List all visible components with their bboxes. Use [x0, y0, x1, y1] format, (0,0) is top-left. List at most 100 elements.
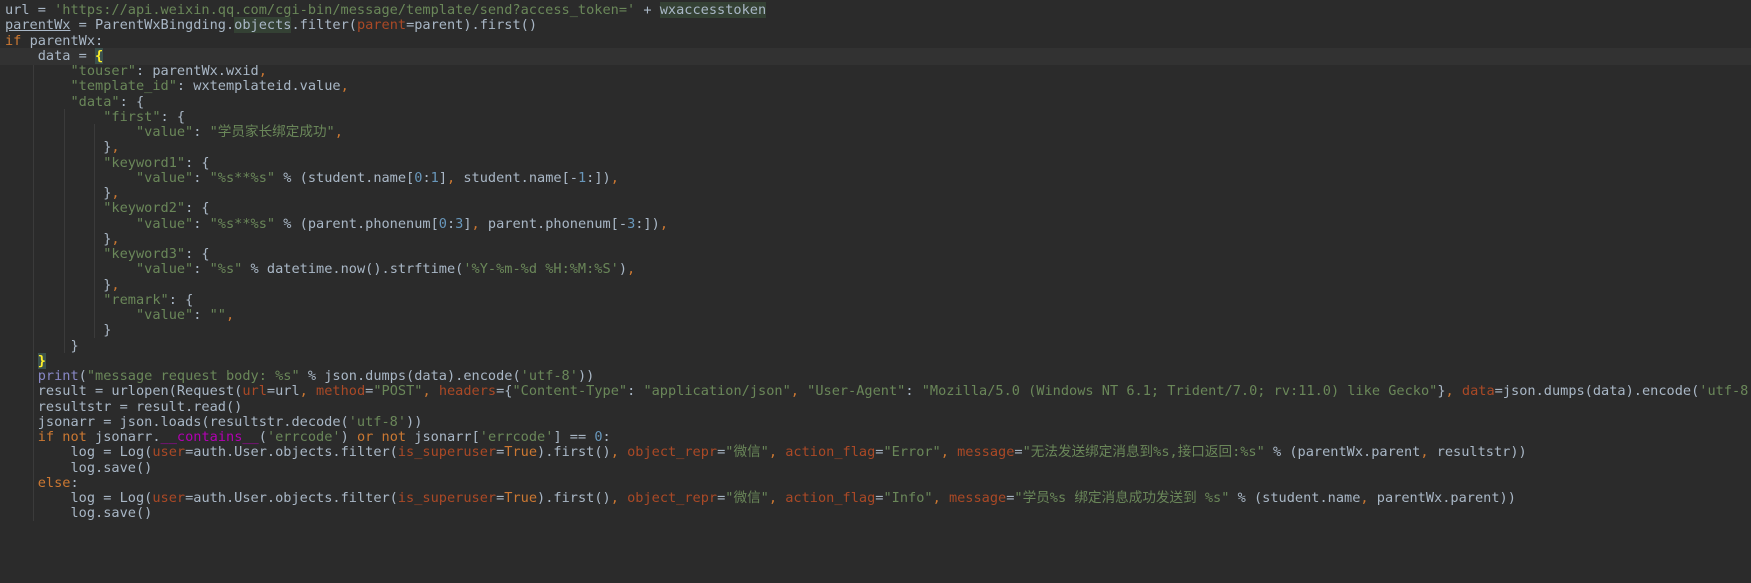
code-token: parent.phonenum[- — [487, 215, 628, 232]
code-token: = — [1014, 444, 1023, 461]
code-token: is_superuser — [397, 490, 497, 506]
code-token: result = urlopen(Request( — [5, 383, 243, 400]
code-token: "Content-Type" — [512, 383, 628, 400]
code-token: , — [610, 444, 628, 461]
code-token: 'errcode' — [266, 429, 341, 445]
code-line[interactable]: result = urlopen(Request(url=url, method… — [5, 383, 1751, 400]
code-token: resultstr)) — [1436, 444, 1527, 461]
code-token: 'https://api.weixin.qq.com/cgi-bin/messa… — [54, 2, 636, 18]
code-token: "keyword3" — [103, 246, 186, 262]
code-token: , — [111, 276, 120, 293]
code-token: action_flag — [785, 444, 876, 461]
code-token: method — [316, 383, 366, 400]
code-token: log.save() — [5, 505, 153, 522]
code-token: True — [504, 444, 538, 461]
code-token: 0 — [438, 215, 447, 232]
code-line[interactable]: log = Log(user=auth.User.objects.filter(… — [5, 444, 1527, 461]
code-token: % (parent.phonenum[ — [275, 215, 439, 232]
code-token: : { — [160, 108, 186, 125]
code-token: % (student.name — [1229, 490, 1361, 506]
code-token: url = — [5, 2, 55, 18]
code-token: 'utf-8' — [1699, 383, 1751, 400]
code-token: : { — [119, 93, 145, 110]
code-token: __contains__ — [160, 429, 259, 445]
code-token: } — [5, 337, 79, 354]
code-token: ] — [463, 215, 472, 232]
code-token: =json.dumps(data).encode( — [1494, 383, 1700, 400]
code-line[interactable]: log.save() — [5, 505, 152, 522]
code-token: is_superuser — [397, 444, 497, 461]
code-token: , — [111, 230, 120, 247]
code-token: log.save() — [5, 459, 153, 476]
code-token: ).first() — [537, 490, 611, 506]
code-token: : { — [185, 200, 210, 217]
code-token: : — [193, 261, 210, 278]
code-token: "无法发送绑定消息到%s,接口返回:%s" — [1022, 444, 1265, 461]
code-token: )) — [406, 413, 423, 430]
code-token: , — [1445, 383, 1462, 400]
code-token: "remark" — [103, 291, 169, 308]
code-token: ).first() — [537, 444, 611, 461]
code-token: , — [258, 63, 267, 79]
code-token: , — [111, 185, 120, 201]
code-token: "User-Agent" — [807, 383, 906, 400]
code-token: , — [447, 169, 464, 186]
code-token: user — [152, 444, 186, 461]
code-token: , — [627, 261, 636, 278]
code-token: resultstr = result.read() — [5, 398, 243, 415]
code-token: else — [37, 474, 71, 491]
code-token: : { — [185, 154, 210, 171]
code-token: } — [5, 185, 112, 201]
code-token: "keyword1" — [103, 154, 186, 171]
code-token: headers — [438, 383, 497, 400]
code-token: + — [635, 2, 660, 18]
code-token: "%s**%s" — [209, 215, 276, 232]
code-token: jsonarr[ — [414, 429, 480, 445]
code-token: jsonarr. — [95, 429, 161, 445]
code-token: , — [1420, 444, 1437, 461]
code-token: if not — [37, 429, 96, 445]
code-token: ={ — [496, 383, 513, 400]
code-token: "value" — [135, 261, 194, 278]
code-token: : wxtemplateid.value — [176, 78, 341, 95]
code-token: "first" — [103, 108, 161, 125]
code-token: "" — [209, 307, 226, 323]
code-token: parentWx: — [29, 32, 104, 49]
code-token: ] — [438, 169, 447, 186]
code-token: , — [768, 490, 786, 506]
code-token: : — [193, 124, 210, 140]
code-token: : — [627, 383, 644, 400]
code-token: "%s**%s" — [209, 169, 276, 186]
code-token: , — [610, 490, 628, 506]
code-token: "value" — [135, 307, 194, 323]
code-token: "POST" — [373, 383, 423, 400]
code-token: : — [905, 383, 922, 400]
code-token: { — [95, 47, 104, 64]
code-token: student.name[- — [463, 169, 578, 186]
code-token: } — [1437, 383, 1446, 400]
code-token: )) — [577, 368, 595, 384]
code-token: : — [193, 215, 210, 232]
code-token: parentWx.parent)) — [1376, 490, 1516, 506]
code-token: : — [602, 429, 611, 445]
code-token: : — [193, 307, 210, 323]
code-editor[interactable]: url = 'https://api.weixin.qq.com/cgi-bin… — [0, 0, 1751, 583]
code-token: , — [111, 139, 120, 156]
code-token: , — [340, 78, 349, 95]
code-token: =url — [266, 383, 300, 400]
code-token: "template_id" — [70, 78, 177, 95]
code-token: 'errcode' — [479, 429, 554, 445]
code-token: } — [5, 322, 112, 339]
code-token: objects — [234, 17, 292, 34]
code-token: log = Log( — [5, 444, 153, 461]
code-line[interactable]: log = Log(user=auth.User.objects.filter(… — [5, 490, 1516, 507]
